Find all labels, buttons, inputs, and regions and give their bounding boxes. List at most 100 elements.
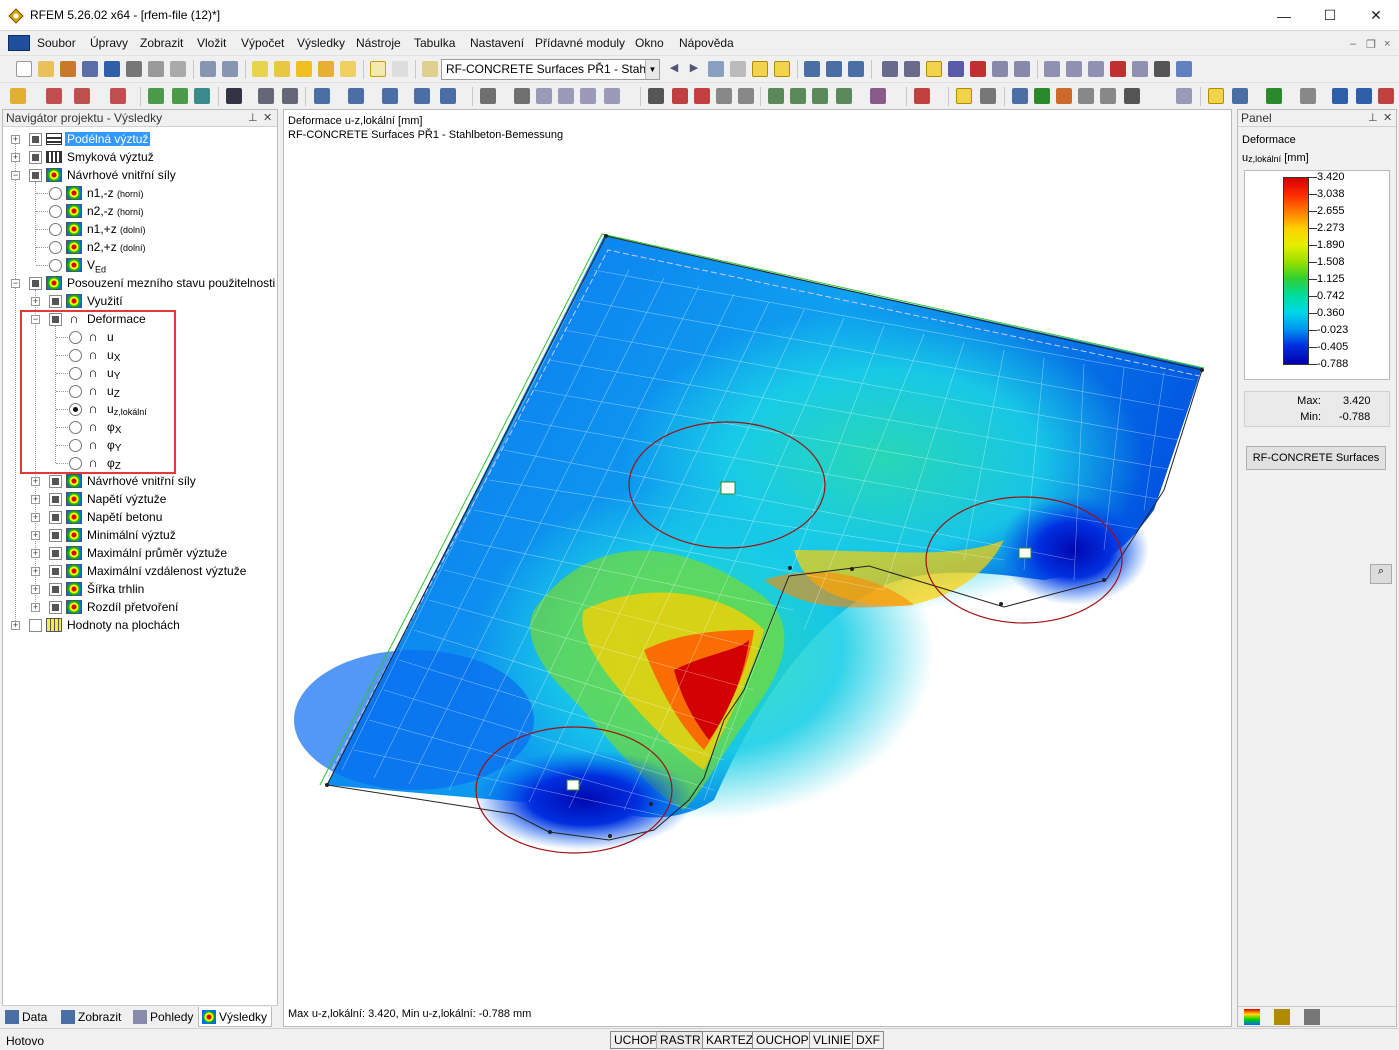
stop-icon[interactable] (1378, 88, 1394, 104)
member-tool-icon[interactable] (110, 88, 126, 104)
chart-icon[interactable] (1266, 88, 1282, 104)
line-tool-icon[interactable] (46, 88, 62, 104)
expand-icon[interactable]: + (11, 153, 20, 162)
menu-okno[interactable]: Okno (635, 36, 664, 50)
checkbox[interactable] (49, 475, 62, 488)
status-uchop-button[interactable]: UCHOP (610, 1031, 662, 1049)
pin-icon[interactable]: ⊥ (1368, 111, 1378, 124)
config-icon[interactable] (1300, 88, 1316, 104)
menu-zobrazit[interactable]: Zobrazit (140, 36, 183, 50)
member-icon[interactable] (948, 61, 964, 77)
support-icon[interactable] (970, 61, 986, 77)
settings-icon[interactable] (1176, 61, 1192, 77)
document-icon[interactable] (8, 35, 30, 51)
tools-icon[interactable] (340, 61, 356, 77)
zoom-window-icon[interactable] (672, 88, 688, 104)
radio-button[interactable] (49, 187, 62, 200)
value-display-icon[interactable] (730, 61, 746, 77)
filter-view-icon[interactable] (580, 88, 596, 104)
model-icon[interactable] (82, 61, 98, 77)
tree-item-n2-plus-z[interactable]: n2,+z (dolní) (3, 238, 277, 256)
export-icon[interactable] (1332, 88, 1348, 104)
expand-icon[interactable]: + (31, 531, 40, 540)
checkbox[interactable] (29, 277, 42, 290)
report-icon[interactable] (1232, 88, 1248, 104)
maximize-button[interactable]: ☐ (1307, 0, 1353, 31)
menu-nastroje[interactable]: Nástroje (356, 36, 401, 50)
zoom-icon[interactable] (1132, 61, 1148, 77)
radio-button[interactable] (49, 259, 62, 272)
loadcase-combo[interactable]: RF-CONCRETE Surfaces PŘ1 - Stahlbeto ▼ (441, 59, 660, 80)
node-tool-icon[interactable] (10, 88, 26, 104)
select-icon[interactable] (1088, 61, 1104, 77)
pin-icon[interactable]: ⊥ (248, 111, 258, 124)
load-icon[interactable] (992, 61, 1008, 77)
checkbox[interactable] (49, 295, 62, 308)
new-file-icon[interactable] (16, 61, 32, 77)
nodes-icon[interactable] (904, 61, 920, 77)
calculate-icon[interactable] (296, 61, 312, 77)
menu-tabulka[interactable]: Tabulka (414, 36, 455, 50)
print-icon[interactable] (126, 61, 142, 77)
tab-vysledky[interactable]: Výsledky (198, 1007, 273, 1027)
dimension-tool-icon[interactable] (282, 88, 298, 104)
expand-icon[interactable]: + (31, 513, 40, 522)
checkbox[interactable] (29, 151, 42, 164)
values-icon[interactable] (1100, 88, 1116, 104)
tree-item-podelna-vyztuz[interactable]: + Podélná výztuž (3, 130, 277, 148)
tree-item-vyuziti[interactable]: + Využití (3, 292, 277, 310)
tab-zobrazit[interactable]: Zobrazit (58, 1007, 125, 1027)
tree-item-posouzeni-msp[interactable]: − Posouzení mezního stavu použitelnosti (3, 274, 277, 292)
tree-item-navrhove-vnitrni-sily-2[interactable]: + Návrhové vnitřní síly (3, 472, 277, 490)
expand-icon[interactable]: + (31, 495, 40, 504)
deformation-icon[interactable] (926, 61, 942, 77)
view-perspective-icon[interactable] (440, 88, 456, 104)
status-vlinie-button[interactable]: VLINIE (809, 1031, 856, 1049)
collapse-icon[interactable]: − (11, 279, 20, 288)
mdi-restore-button[interactable]: ❐ (1366, 38, 1376, 51)
lines-icon[interactable] (1078, 88, 1094, 104)
opening-tool-icon[interactable] (194, 88, 210, 104)
hinge-tool-icon[interactable] (258, 88, 274, 104)
snap-icon[interactable] (870, 88, 886, 104)
coord-x-icon[interactable] (768, 88, 784, 104)
previous-icon[interactable]: ◀ (666, 61, 682, 77)
color-scale-icon[interactable] (1244, 1009, 1260, 1025)
expand-icon[interactable]: + (31, 567, 40, 576)
cut-icon[interactable] (826, 61, 842, 77)
checkbox[interactable] (49, 547, 62, 560)
expand-icon[interactable]: + (31, 477, 40, 486)
menu-vlozit[interactable]: Vložit (197, 36, 226, 50)
coord-y-icon[interactable] (790, 88, 806, 104)
collapse-icon[interactable]: − (11, 171, 20, 180)
tree-item-max-prumer[interactable]: + Maximální průměr výztuže (3, 544, 277, 562)
arc-tool-icon[interactable] (74, 88, 90, 104)
show-values-icon[interactable] (774, 61, 790, 77)
tab-data[interactable]: Data (2, 1007, 51, 1027)
wireframe-icon[interactable] (480, 88, 496, 104)
balance-icon[interactable] (1274, 1009, 1290, 1025)
graphics-icon[interactable] (1014, 61, 1030, 77)
expand-icon[interactable]: + (11, 621, 20, 630)
checkbox[interactable] (49, 565, 62, 578)
rf-concrete-surfaces-button[interactable]: RF-CONCRETE Surfaces (1246, 446, 1386, 470)
measure-icon[interactable] (1044, 61, 1060, 77)
zoom-out-icon[interactable] (694, 88, 710, 104)
undeformed-icon[interactable] (980, 88, 996, 104)
tree-item-napeti-betonu[interactable]: + Napětí betonu (3, 508, 277, 526)
checkbox[interactable] (49, 583, 62, 596)
rotate-icon[interactable] (1066, 61, 1082, 77)
expand-icon[interactable]: + (31, 603, 40, 612)
results-icon[interactable] (318, 61, 334, 77)
radio-button[interactable] (49, 223, 62, 236)
tab-pohledy[interactable]: Pohledy (130, 1007, 197, 1027)
delete-icon[interactable] (1110, 61, 1126, 77)
view-iso-icon[interactable] (314, 88, 330, 104)
checkbox[interactable] (29, 169, 42, 182)
tree-item-n1-plus-z[interactable]: n1,+z (dolní) (3, 220, 277, 238)
expand-icon[interactable]: + (31, 585, 40, 594)
window-icon[interactable] (1356, 88, 1372, 104)
check-icon[interactable] (914, 88, 930, 104)
cube-icon[interactable] (1056, 88, 1072, 104)
menu-napoveda[interactable]: Nápověda (679, 36, 734, 50)
